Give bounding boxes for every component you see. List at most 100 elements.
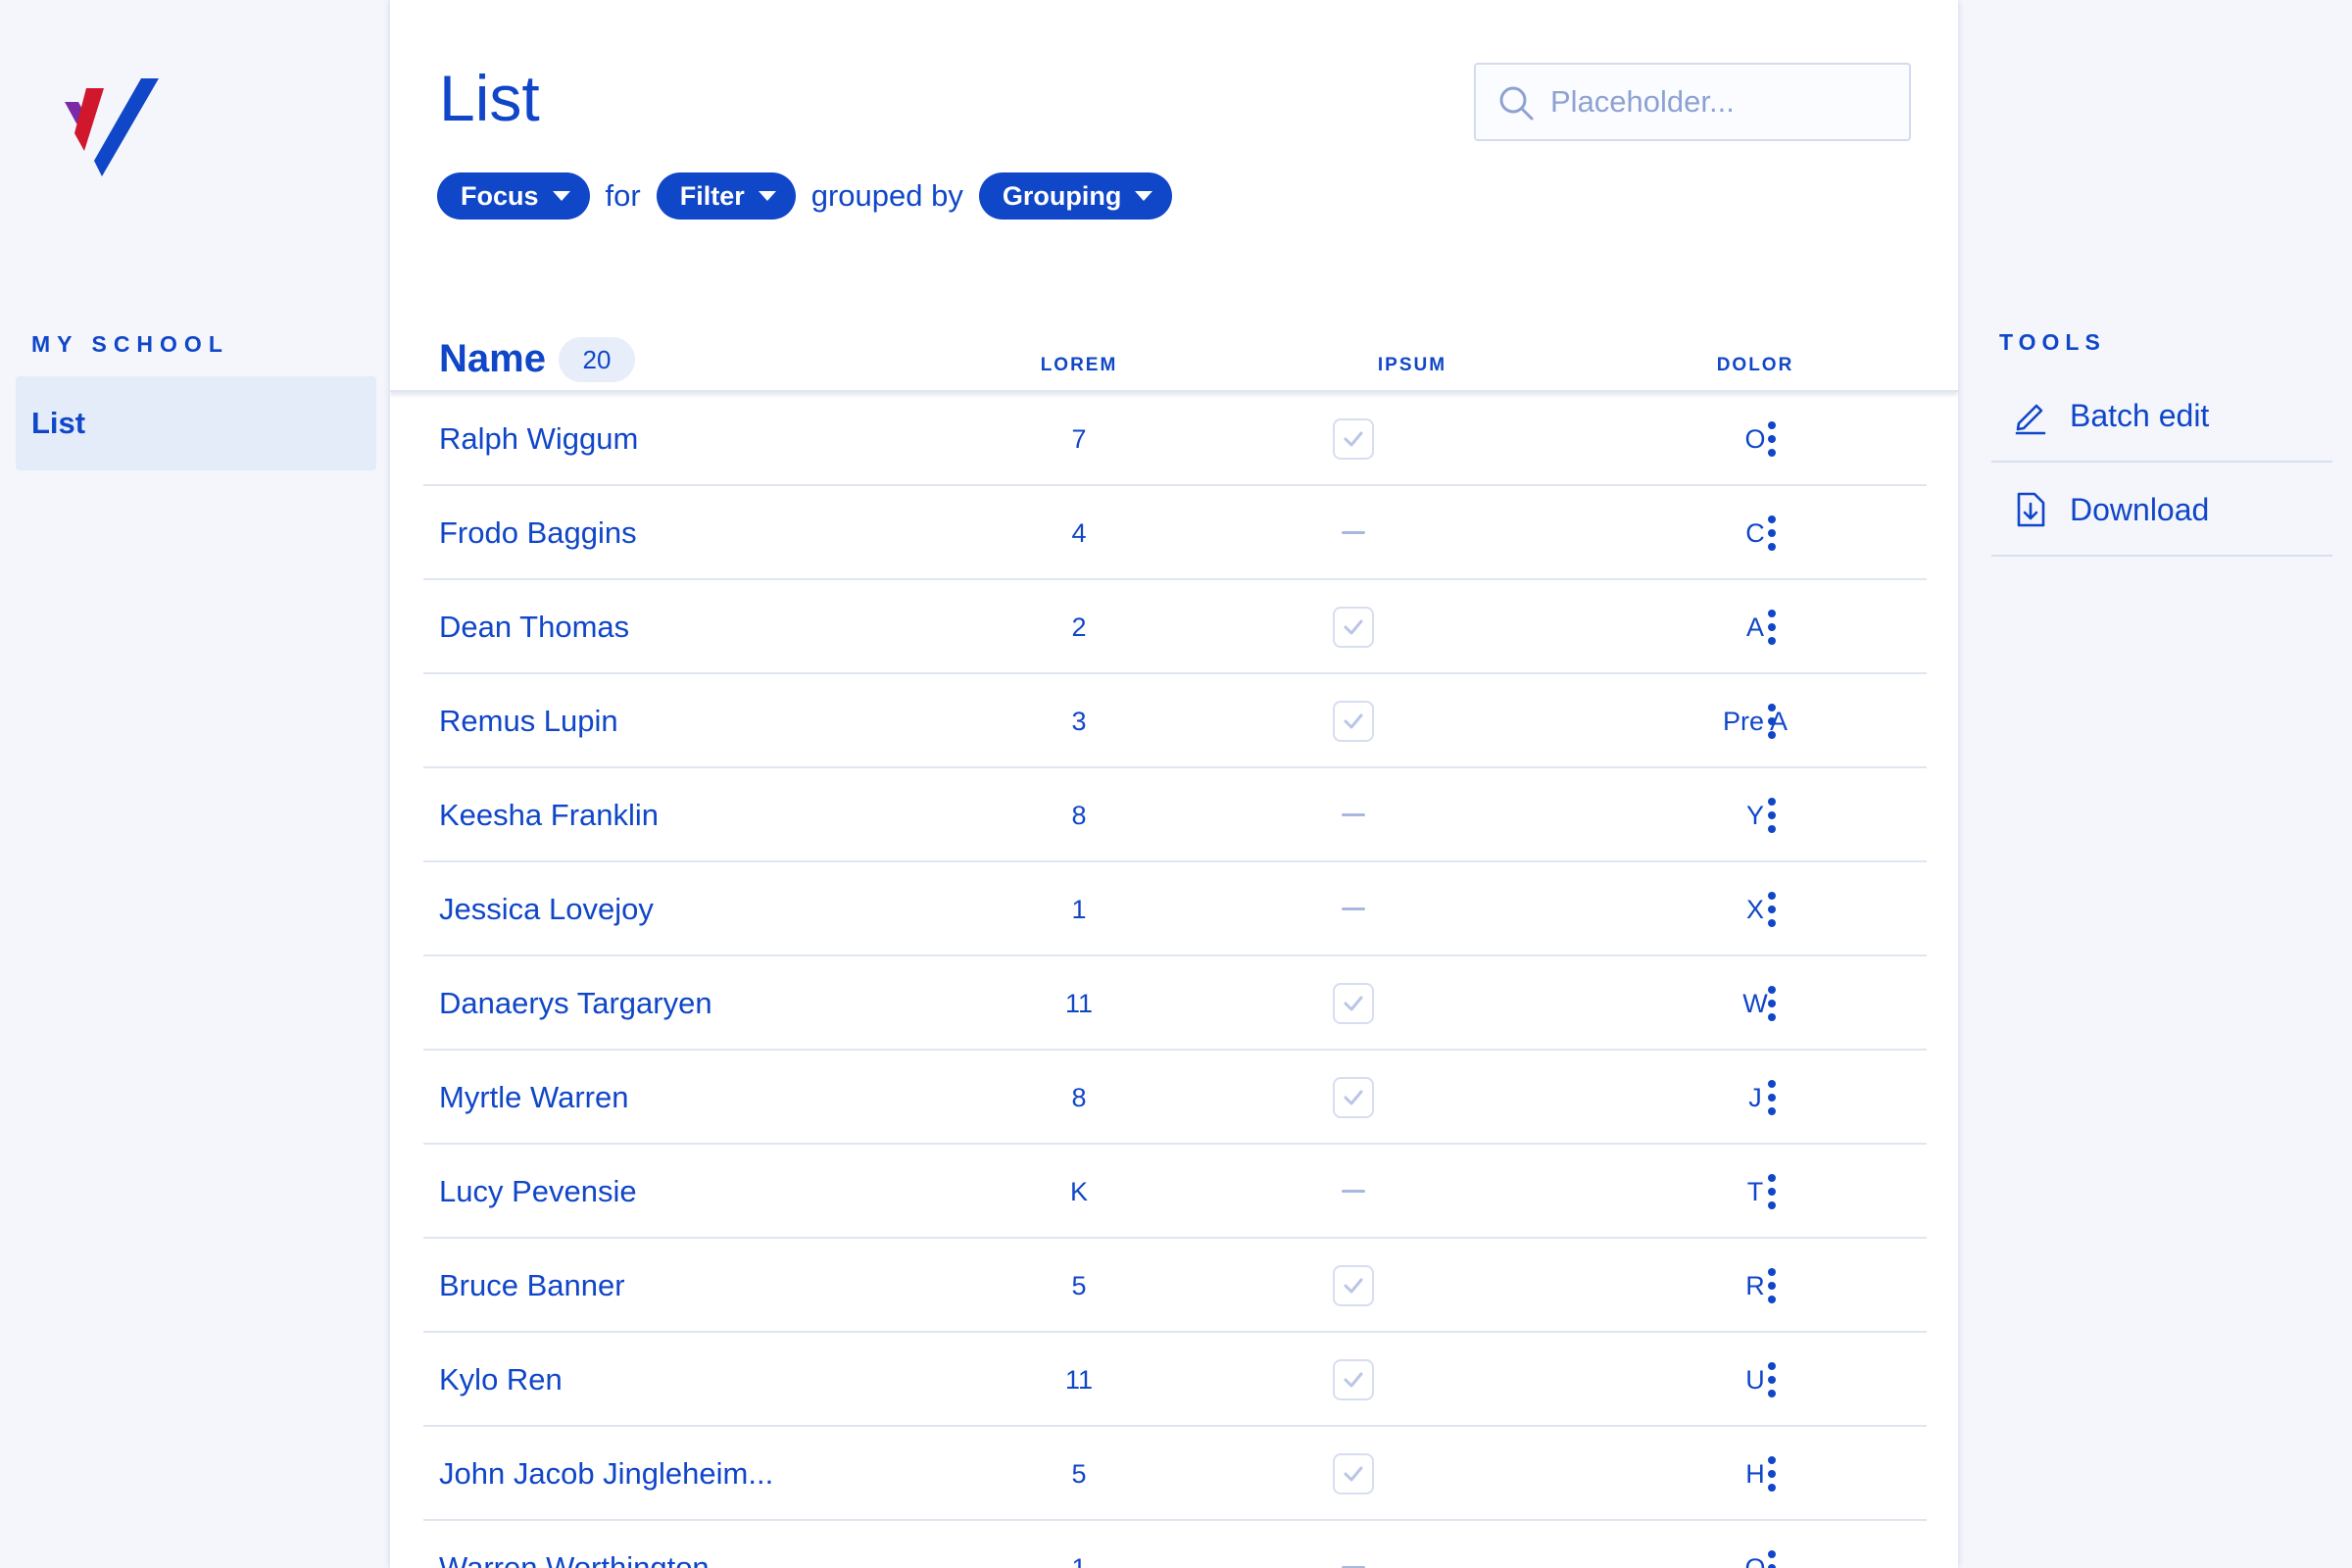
table-row[interactable]: Lucy Pevensie K T — [423, 1145, 1927, 1239]
row-name[interactable]: Jessica Lovejoy — [439, 862, 654, 956]
row-name[interactable]: Kylo Ren — [439, 1333, 563, 1427]
batch-edit-button[interactable]: Batch edit — [1991, 368, 2332, 463]
grouping-dropdown[interactable]: Grouping — [978, 172, 1173, 220]
row-dolor-value: C — [1745, 518, 1765, 548]
focus-dropdown-label: Focus — [461, 180, 539, 211]
filter-dropdown[interactable]: Filter — [656, 172, 796, 220]
row-dolor-value: A — [1745, 612, 1764, 642]
more-options-icon[interactable] — [1760, 794, 1784, 837]
download-label: Download — [2070, 492, 2210, 527]
more-options-icon[interactable] — [1760, 982, 1784, 1025]
row-lorem-value: 5 — [1071, 1271, 1087, 1300]
check-icon — [1333, 1077, 1374, 1118]
download-file-icon — [2017, 492, 2045, 527]
row-lorem-value: 1 — [1071, 1553, 1087, 1568]
caret-down-icon — [1135, 191, 1153, 201]
search-input[interactable] — [1550, 78, 1893, 125]
row-lorem-value: 1 — [1071, 895, 1087, 924]
row-name[interactable]: Lucy Pevensie — [439, 1145, 637, 1239]
row-lorem-value: 4 — [1071, 518, 1087, 548]
more-options-icon[interactable] — [1760, 1546, 1784, 1568]
table-row[interactable]: Jessica Lovejoy 1 X — [423, 862, 1927, 956]
dash-icon — [1342, 531, 1365, 534]
row-name[interactable]: Frodo Baggins — [439, 486, 637, 580]
sidebar-item-list[interactable]: List — [16, 376, 376, 470]
row-name[interactable]: Warren Worthington — [439, 1521, 710, 1568]
row-name[interactable]: John Jacob Jingleheim... — [439, 1427, 773, 1521]
row-name[interactable]: Dean Thomas — [439, 580, 629, 674]
for-text: for — [605, 178, 641, 213]
main-panel: List Focus for Filter grouped by Groupin… — [390, 0, 1958, 1568]
search-box[interactable] — [1474, 63, 1911, 141]
check-icon — [1333, 1359, 1374, 1400]
sidebar-section-label: MY SCHOOL — [31, 331, 229, 357]
check-icon — [1333, 983, 1374, 1024]
row-lorem-value: 11 — [1064, 989, 1094, 1018]
table-row[interactable]: Kylo Ren 11 U — [423, 1333, 1927, 1427]
more-options-icon[interactable] — [1760, 417, 1784, 461]
row-name[interactable]: Danaerys Targaryen — [439, 956, 712, 1051]
row-name[interactable]: Ralph Wiggum — [439, 392, 638, 486]
focus-dropdown[interactable]: Focus — [437, 172, 590, 220]
check-icon — [1333, 607, 1374, 648]
download-button[interactable]: Download — [1991, 463, 2332, 557]
row-name[interactable]: Remus Lupin — [439, 674, 618, 768]
more-options-icon[interactable] — [1760, 1358, 1784, 1401]
filter-bar: Focus for Filter grouped by Grouping — [437, 172, 1173, 220]
row-lorem-value: 5 — [1071, 1459, 1087, 1489]
row-lorem-value: 7 — [1071, 424, 1087, 454]
more-options-icon[interactable] — [1760, 700, 1784, 743]
table-row[interactable]: Myrtle Warren 8 J — [423, 1051, 1927, 1145]
row-lorem-value: 11 — [1064, 1365, 1094, 1395]
more-options-icon[interactable] — [1760, 1264, 1784, 1307]
caret-down-icon — [552, 191, 570, 201]
row-dolor-value: J — [1748, 1083, 1762, 1112]
row-dolor-value: O — [1744, 424, 1766, 454]
table-row[interactable]: Warren Worthington 1 Q — [423, 1521, 1927, 1568]
lorem-column-header[interactable]: LOREM — [981, 355, 1177, 376]
row-name[interactable]: Myrtle Warren — [439, 1051, 628, 1145]
pencil-icon — [2015, 404, 2046, 435]
row-lorem-value: 8 — [1071, 801, 1087, 830]
row-dolor-value: X — [1745, 895, 1764, 924]
table-row[interactable]: Dean Thomas 2 A — [423, 580, 1927, 674]
row-lorem-value: 2 — [1071, 612, 1087, 642]
table-header: Name 20 LOREM IPSUM DOLOR — [390, 323, 1958, 392]
more-options-icon[interactable] — [1760, 888, 1784, 931]
search-icon — [1499, 86, 1534, 121]
dolor-column-header[interactable]: DOLOR — [1657, 355, 1853, 376]
ipsum-column-header[interactable]: IPSUM — [1314, 355, 1510, 376]
more-options-icon[interactable] — [1760, 1452, 1784, 1495]
check-icon — [1333, 1453, 1374, 1494]
row-dolor-value: U — [1745, 1365, 1765, 1395]
check-icon — [1333, 418, 1374, 460]
dash-icon — [1342, 1190, 1365, 1193]
table-row[interactable]: Danaerys Targaryen 11 W — [423, 956, 1927, 1051]
tools-panel: TOOLS Batch edit Download — [1991, 0, 2352, 1568]
more-options-icon[interactable] — [1760, 1076, 1784, 1119]
caret-down-icon — [758, 191, 776, 201]
row-dolor-value: R — [1745, 1271, 1765, 1300]
row-dolor-value: H — [1745, 1459, 1765, 1489]
batch-edit-label: Batch edit — [2070, 398, 2210, 433]
more-options-icon[interactable] — [1760, 1170, 1784, 1213]
more-options-icon[interactable] — [1760, 606, 1784, 649]
row-name[interactable]: Keesha Franklin — [439, 768, 659, 862]
row-dolor-value: Pre A — [1722, 707, 1788, 736]
row-dolor-value: Q — [1744, 1553, 1766, 1568]
more-options-icon[interactable] — [1760, 512, 1784, 555]
table-row[interactable]: Bruce Banner 5 R — [423, 1239, 1927, 1333]
table-row[interactable]: Keesha Franklin 8 Y — [423, 768, 1927, 862]
row-lorem-value: K — [1069, 1177, 1088, 1206]
row-dolor-value: T — [1746, 1177, 1764, 1206]
row-lorem-value: 3 — [1071, 707, 1087, 736]
school-logo-icon[interactable] — [65, 74, 159, 176]
table-row[interactable]: Frodo Baggins 4 C — [423, 486, 1927, 580]
filter-dropdown-label: Filter — [679, 180, 745, 211]
table-row[interactable]: Ralph Wiggum 7 O — [423, 392, 1927, 486]
name-column-header[interactable]: Name — [439, 337, 546, 381]
table-row[interactable]: John Jacob Jingleheim... 5 H — [423, 1427, 1927, 1521]
check-icon — [1333, 1265, 1374, 1306]
row-name[interactable]: Bruce Banner — [439, 1239, 625, 1333]
table-row[interactable]: Remus Lupin 3 Pre A — [423, 674, 1927, 768]
